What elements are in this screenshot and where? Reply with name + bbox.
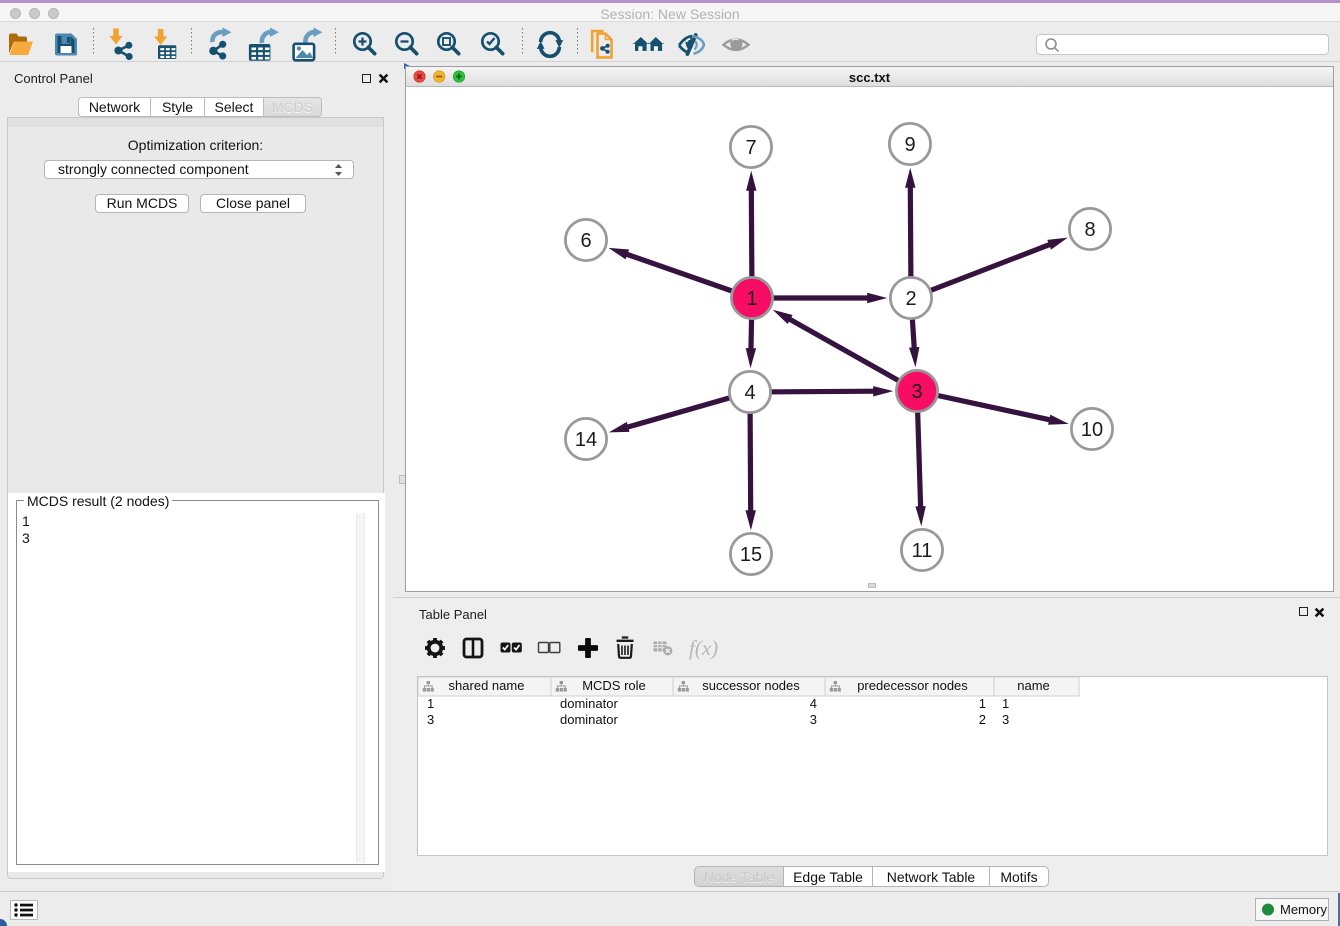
- svg-text:MCDS role: MCDS role: [582, 678, 646, 693]
- svg-text:2: 2: [979, 712, 986, 727]
- svg-text:8: 8: [1084, 219, 1095, 241]
- svg-text:1: 1: [427, 696, 434, 711]
- svg-text:1: 1: [746, 288, 757, 310]
- svg-text:7: 7: [745, 137, 756, 159]
- svg-text:3: 3: [911, 381, 922, 403]
- svg-text:shared name: shared name: [449, 678, 525, 693]
- svg-text:2: 2: [905, 288, 916, 310]
- svg-text:successor nodes: successor nodes: [702, 678, 800, 693]
- svg-text:1: 1: [1002, 696, 1009, 711]
- svg-text:dominator: dominator: [560, 696, 618, 711]
- svg-text:f(x): f(x): [689, 636, 718, 660]
- svg-text:14: 14: [575, 429, 597, 451]
- svg-text:4: 4: [744, 382, 755, 404]
- svg-text:15: 15: [740, 544, 762, 566]
- svg-text:11: 11: [912, 540, 933, 562]
- svg-text:9: 9: [904, 134, 915, 156]
- svg-text:Memory: Memory: [1280, 902, 1327, 917]
- svg-text:predecessor nodes: predecessor nodes: [857, 678, 968, 693]
- svg-text:dominator: dominator: [560, 712, 618, 727]
- svg-text:3: 3: [427, 712, 434, 727]
- svg-text:1: 1: [979, 696, 986, 711]
- svg-text:name: name: [1017, 678, 1050, 693]
- svg-text:3: 3: [810, 712, 817, 727]
- svg-text:10: 10: [1081, 419, 1103, 441]
- svg-text:6: 6: [580, 230, 591, 252]
- svg-text:3: 3: [1002, 712, 1009, 727]
- svg-text:4: 4: [810, 696, 817, 711]
